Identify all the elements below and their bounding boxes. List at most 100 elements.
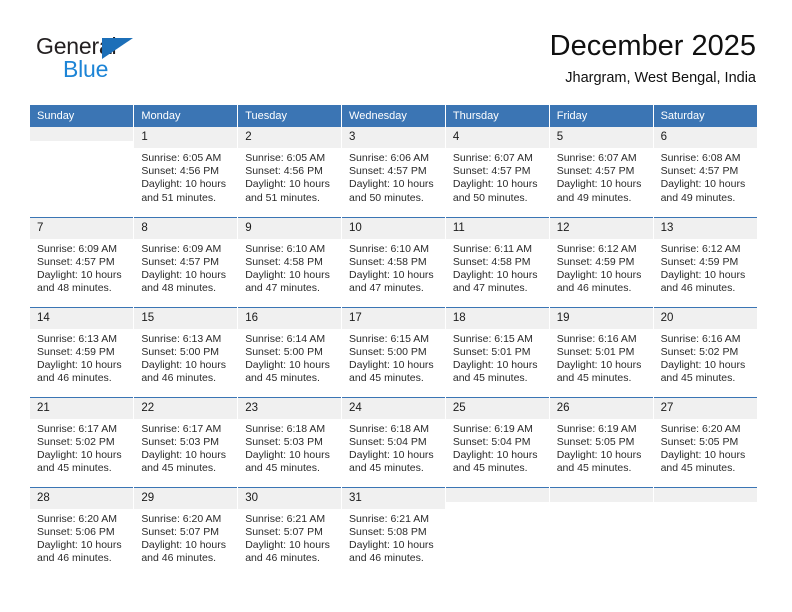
day-number: 26 [549, 397, 653, 419]
day-cell[interactable]: 11 Sunrise: 6:11 AM Sunset: 4:58 PM Dayligh… [445, 216, 550, 307]
day-cell[interactable]: 1 Sunrise: 6:05 AM Sunset: 4:56 PM Daylight… [133, 127, 239, 217]
day-cell[interactable]: 9 Sunrise: 6:10 AM Sunset: 4:58 PM Daylight… [237, 216, 343, 307]
day-details: Sunrise: 6:15 AM Sunset: 5:00 PM Daylight:… [342, 329, 445, 386]
day-details: Sunrise: 6:17 AM Sunset: 5:03 PM Daylight:… [134, 419, 237, 476]
daylight-text-line2: and 45 minutes. [660, 462, 736, 475]
sunrise-text: Sunrise: 6:16 AM [660, 332, 741, 345]
day-cell[interactable]: 3 Sunrise: 6:06 AM Sunset: 4:57 PM Daylight… [341, 127, 446, 217]
day-cell[interactable]: 4 Sunrise: 6:07 AM Sunset: 4:57 PM Daylight… [445, 127, 550, 217]
calendar-week-row: 28 Sunrise: 6:20 AM Sunset: 5:06 PM Dayligh… [30, 486, 757, 577]
day-cell[interactable]: 17 Sunrise: 6:15 AM Sunset: 5:00 PM Dayligh… [341, 306, 446, 397]
day-number: 28 [30, 487, 134, 509]
day-cell[interactable]: 24 Sunrise: 6:18 AM Sunset: 5:04 PM Dayligh… [341, 396, 446, 487]
day-cell[interactable]: 27 Sunrise: 6:20 AM Sunset: 5:05 PM Dayligh… [653, 396, 757, 487]
calendar-week-row: 1 Sunrise: 6:05 AM Sunset: 4:56 PM Daylight… [30, 127, 757, 217]
calendar-header-row: Sunday Monday Tuesday Wednesday Thursday… [30, 105, 757, 127]
day-details: Sunrise: 6:12 AM Sunset: 4:59 PM Daylight:… [550, 239, 653, 296]
sunset-text: Sunset: 5:03 PM [141, 435, 219, 448]
day-number: 20 [653, 307, 757, 329]
day-details: Sunrise: 6:18 AM Sunset: 5:04 PM Daylight:… [342, 419, 445, 476]
sunset-text: Sunset: 4:57 PM [660, 165, 739, 178]
sunset-text: Sunset: 4:57 PM [141, 255, 219, 268]
day-cell[interactable]: 31 Sunrise: 6:21 AM Sunset: 5:08 PM Dayligh… [341, 486, 446, 577]
day-cell[interactable]: 23 Sunrise: 6:18 AM Sunset: 5:03 PM Dayligh… [237, 396, 343, 487]
day-cell[interactable]: 6 Sunrise: 6:08 AM Sunset: 4:57 PM Daylight… [653, 127, 757, 217]
daylight-text-line2: and 46 minutes. [141, 372, 217, 385]
day-cell[interactable]: 21 Sunrise: 6:17 AM Sunset: 5:02 PM Dayligh… [30, 396, 135, 487]
day-cell[interactable]: 7 Sunrise: 6:09 AM Sunset: 4:57 PM Daylight… [30, 216, 135, 307]
sunrise-text: Sunrise: 6:06 AM [349, 152, 429, 164]
sunrise-text: Sunrise: 6:20 AM [37, 512, 117, 525]
daylight-text-line2: and 45 minutes. [245, 372, 320, 385]
day-number: 13 [653, 217, 757, 239]
day-cell[interactable]: 8 Sunrise: 6:09 AM Sunset: 4:57 PM Daylight… [133, 216, 239, 307]
sunrise-text: Sunrise: 6:12 AM [556, 242, 637, 255]
day-details: Sunrise: 6:13 AM Sunset: 4:59 PM Daylight:… [30, 329, 133, 386]
daylight-text-line1: Daylight: 10 hours [141, 268, 226, 281]
day-cell[interactable]: 20 Sunrise: 6:16 AM Sunset: 5:02 PM Dayligh… [653, 306, 757, 397]
calendar-table: Sunday Monday Tuesday Wednesday Thursday… [30, 105, 757, 577]
daylight-text-line1: Daylight: 10 hours [349, 448, 434, 461]
sunset-text: Sunset: 4:56 PM [141, 165, 219, 178]
day-cell[interactable]: 16 Sunrise: 6:14 AM Sunset: 5:00 PM Dayligh… [237, 306, 343, 397]
day-cell[interactable]: 22 Sunrise: 6:17 AM Sunset: 5:03 PM Dayligh… [133, 396, 239, 487]
day-cell[interactable]: 2 Sunrise: 6:05 AM Sunset: 4:56 PM Daylight… [237, 127, 343, 217]
day-cell[interactable]: 13 Sunrise: 6:12 AM Sunset: 4:59 PM Dayligh… [653, 216, 757, 307]
day-cell[interactable]: 30 Sunrise: 6:21 AM Sunset: 5:07 PM Dayligh… [237, 486, 343, 577]
day-cell[interactable]: 10 Sunrise: 6:10 AM Sunset: 4:58 PM Dayligh… [341, 216, 446, 307]
day-number: 21 [30, 397, 134, 419]
day-cell[interactable]: 26 Sunrise: 6:19 AM Sunset: 5:05 PM Dayligh… [549, 396, 654, 487]
day-cell[interactable]: 18 Sunrise: 6:15 AM Sunset: 5:01 PM Dayligh… [445, 306, 550, 397]
sunrise-text: Sunrise: 6:08 AM [660, 152, 741, 164]
day-cell[interactable]: 28 Sunrise: 6:20 AM Sunset: 5:06 PM Dayligh… [30, 486, 135, 577]
day-details: Sunrise: 6:19 AM Sunset: 5:05 PM Daylight:… [550, 419, 653, 476]
sunrise-text: Sunrise: 6:18 AM [349, 422, 429, 435]
sunrise-text: Sunrise: 6:10 AM [245, 242, 326, 255]
day-details: Sunrise: 6:21 AM Sunset: 5:08 PM Daylight:… [342, 509, 445, 566]
page-subtitle: Jhargram, West Bengal, India [565, 70, 756, 86]
sunset-text: Sunset: 4:59 PM [660, 255, 739, 268]
day-number: 24 [342, 397, 445, 419]
day-cell-empty [30, 127, 135, 217]
day-number [549, 487, 653, 502]
sunrise-text: Sunrise: 6:17 AM [37, 422, 117, 435]
day-number: 2 [238, 127, 342, 148]
sunrise-text: Sunrise: 6:13 AM [141, 332, 222, 345]
day-cell[interactable]: 25 Sunrise: 6:19 AM Sunset: 5:04 PM Dayligh… [445, 396, 550, 487]
sunset-text: Sunset: 5:00 PM [245, 345, 323, 358]
day-number [445, 487, 549, 502]
calendar-body: 1 Sunrise: 6:05 AM Sunset: 4:56 PM Daylight… [30, 127, 757, 577]
sunset-text: Sunset: 5:01 PM [452, 345, 531, 358]
sunrise-text: Sunrise: 6:21 AM [349, 512, 429, 525]
daylight-text-line2: and 46 minutes. [37, 552, 112, 565]
weekday-header-sunday: Sunday [30, 105, 135, 127]
weekday-header-tuesday: Tuesday [237, 105, 343, 127]
day-details: Sunrise: 6:11 AM Sunset: 4:58 PM Daylight:… [446, 239, 549, 296]
weekday-header-monday: Monday [133, 105, 239, 127]
daylight-text-line2: and 46 minutes. [245, 552, 320, 565]
daylight-text-line1: Daylight: 10 hours [245, 268, 330, 281]
sunrise-text: Sunrise: 6:16 AM [556, 332, 637, 345]
day-cell[interactable]: 5 Sunrise: 6:07 AM Sunset: 4:57 PM Daylight… [549, 127, 654, 217]
day-cell[interactable]: 19 Sunrise: 6:16 AM Sunset: 5:01 PM Dayligh… [549, 306, 654, 397]
day-number: 15 [134, 307, 238, 329]
day-cell[interactable]: 14 Sunrise: 6:13 AM Sunset: 4:59 PM Dayligh… [30, 306, 135, 397]
day-details: Sunrise: 6:19 AM Sunset: 5:04 PM Daylight:… [446, 419, 549, 476]
day-details: Sunrise: 6:16 AM Sunset: 5:01 PM Daylight:… [550, 329, 653, 386]
day-cell[interactable]: 29 Sunrise: 6:20 AM Sunset: 5:07 PM Dayligh… [133, 486, 239, 577]
sunset-text: Sunset: 5:01 PM [556, 345, 635, 358]
sunset-text: Sunset: 4:57 PM [452, 165, 531, 178]
day-cell-empty [445, 486, 550, 577]
sunset-text: Sunset: 4:59 PM [37, 345, 115, 358]
sunrise-text: Sunrise: 6:15 AM [349, 332, 429, 345]
daylight-text-line2: and 45 minutes. [660, 372, 736, 385]
sunrise-text: Sunrise: 6:17 AM [141, 422, 222, 435]
day-cell[interactable]: 15 Sunrise: 6:13 AM Sunset: 5:00 PM Dayligh… [133, 306, 239, 397]
day-number: 22 [134, 397, 238, 419]
sunset-text: Sunset: 5:00 PM [141, 345, 219, 358]
sunset-text: Sunset: 4:57 PM [37, 255, 115, 268]
daylight-text-line1: Daylight: 10 hours [245, 538, 330, 551]
sunrise-text: Sunrise: 6:13 AM [37, 332, 117, 345]
day-number: 12 [549, 217, 653, 239]
day-cell[interactable]: 12 Sunrise: 6:12 AM Sunset: 4:59 PM Dayligh… [549, 216, 654, 307]
